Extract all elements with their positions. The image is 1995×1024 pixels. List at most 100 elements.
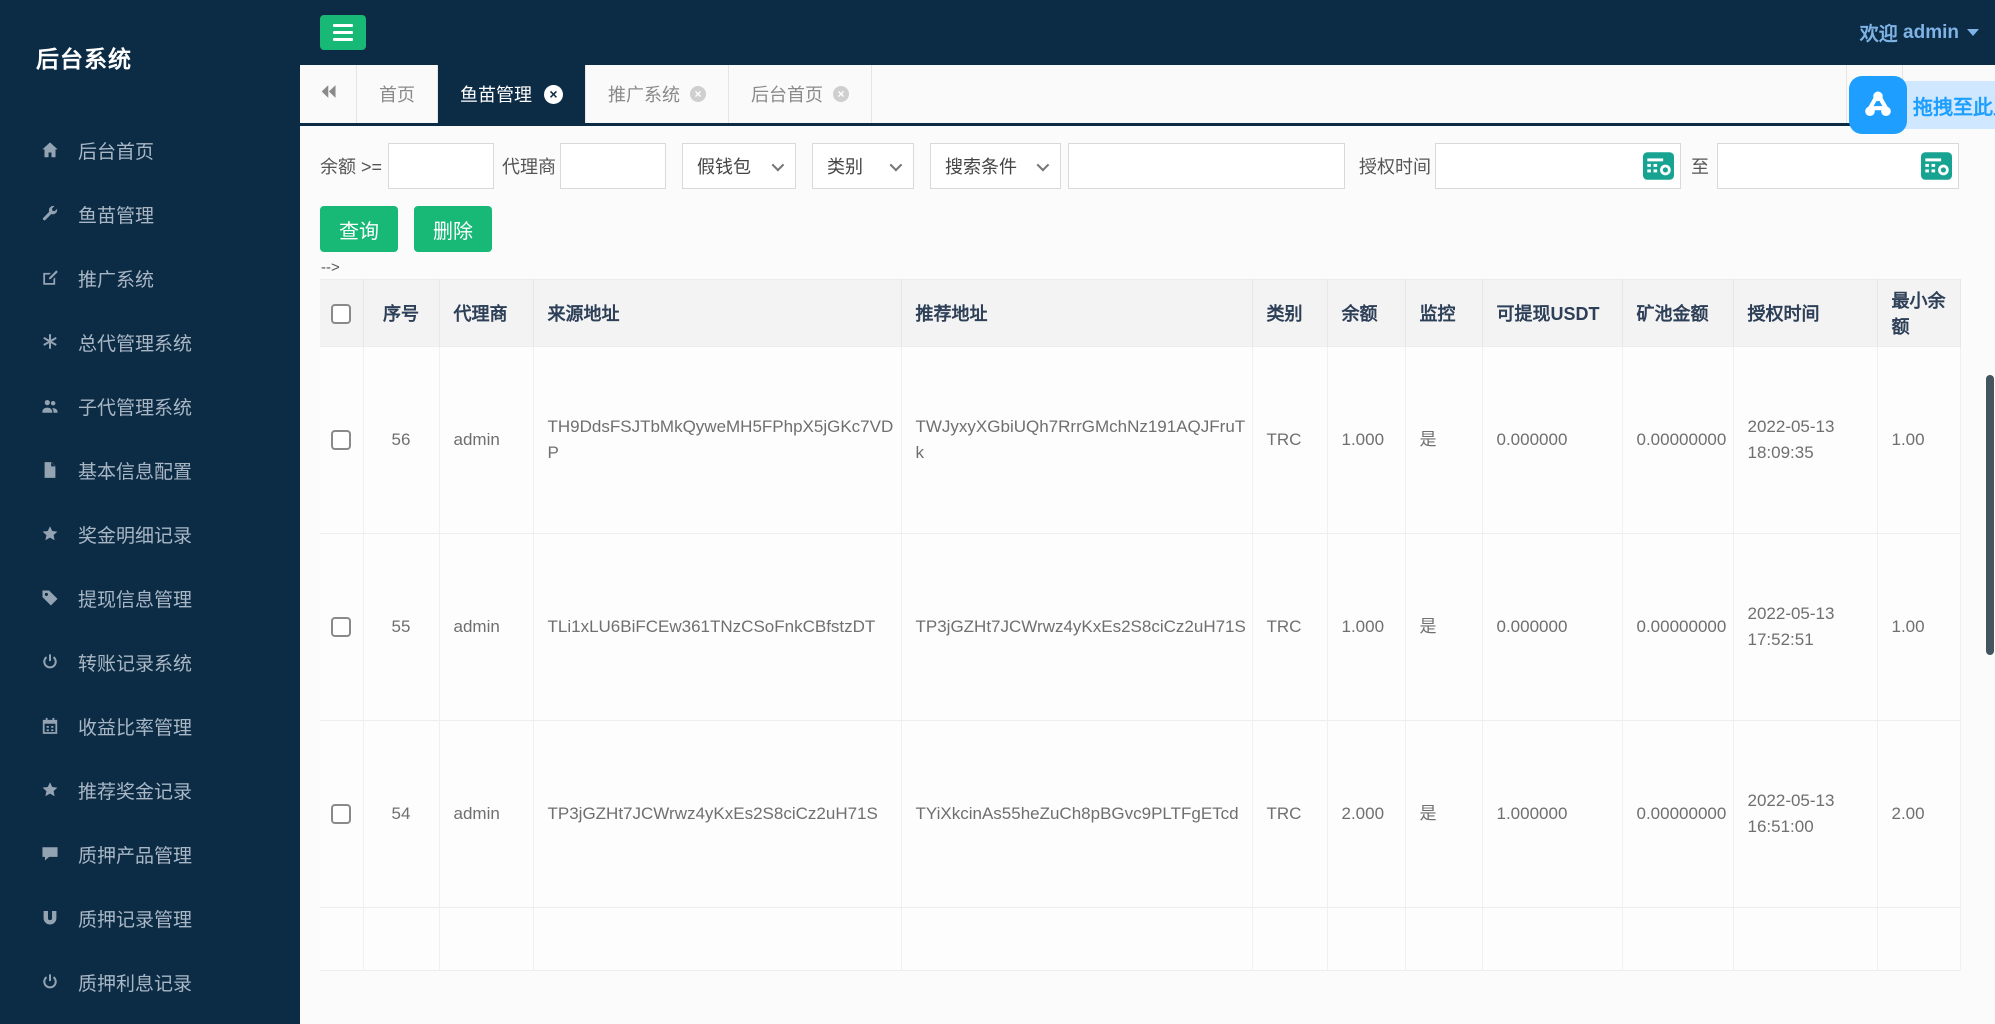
welcome-label: 欢迎 <box>1859 24 1898 45</box>
cell-withdrawable_usdt: 0.000000 <box>1482 533 1623 721</box>
cell-pool_amount: 0.00000000 <box>1622 346 1734 534</box>
cell-min_balance: 1.00 <box>1877 346 1961 534</box>
sidebar-item[interactable]: 收益比率管理 <box>0 694 300 758</box>
sidebar-item[interactable]: 质押记录管理 <box>0 886 300 950</box>
search-condition-select[interactable]: 搜索条件 <box>930 143 1062 189</box>
row-checkbox[interactable] <box>331 617 352 638</box>
cell-seq: 55 <box>363 533 440 721</box>
column-header-auth-time: 授权时间 <box>1733 279 1878 347</box>
tabs-scroll-left-button[interactable] <box>300 65 356 123</box>
app-title: 后台系统 <box>36 46 132 72</box>
sidebar-item-label: 质押记录管理 <box>78 909 193 931</box>
cell-category: TRC <box>1252 533 1328 721</box>
cell-auth_time: 2022-05-13 17:52:51 <box>1733 533 1878 721</box>
tab-backend-home[interactable]: 后台首页 × <box>729 65 872 123</box>
row-checkbox[interactable] <box>331 804 352 825</box>
agent-input[interactable] <box>560 143 667 189</box>
double-left-arrow-icon <box>320 83 337 105</box>
calendar-icon <box>38 717 62 735</box>
row-checkbox[interactable] <box>331 430 352 451</box>
sidebar-item[interactable]: 推广系统 <box>0 246 300 310</box>
cell-agent: admin <box>439 533 534 721</box>
sidebar-item[interactable]: 质押产品管理 <box>0 822 300 886</box>
tab-label: 推广系统 <box>608 85 680 105</box>
cell-withdrawable_usdt: 1.000000 <box>1482 720 1623 908</box>
asterisk-icon <box>38 333 62 351</box>
sidebar: 后台系统 后台首页 鱼苗管理 推广系统 总代管理系统 子代管理系统 基本信息配置… <box>0 0 300 1024</box>
sidebar-item-label: 基本信息配置 <box>78 461 193 483</box>
cell-source: TH9DdsFSJTbMkQyweMH5FPhpX5jGKc7VDP <box>533 346 902 534</box>
cell-min_balance: 1.00 <box>1877 533 1961 721</box>
auth-time-label: 授权时间 <box>1359 157 1432 177</box>
stray-comment-text: --> <box>321 259 340 276</box>
cell-withdrawable_usdt: 0.000000 <box>1482 346 1623 534</box>
auth-time-start-field <box>1435 143 1682 189</box>
cell-monitor: 是 <box>1405 720 1483 908</box>
tab-fish-management[interactable]: 鱼苗管理 × <box>438 65 586 123</box>
action-buttons: 查询 删除 <box>320 206 1995 252</box>
star-icon <box>38 525 62 543</box>
select-value: 搜索条件 <box>945 157 1018 177</box>
sidebar-item-label: 转账记录系统 <box>78 653 193 675</box>
sidebar-item[interactable]: 推荐奖金记录 <box>0 758 300 822</box>
select-all-checkbox[interactable] <box>331 303 352 324</box>
search-keyword-input[interactable] <box>1068 143 1346 189</box>
close-icon[interactable]: × <box>544 84 563 104</box>
sidebar-item[interactable]: 质押利息记录 <box>0 950 300 1014</box>
cell-source: TP3jGZHt7JCWrwz4yKxEs2S8ciCz2uH71S <box>533 720 902 908</box>
sidebar-menu: 后台首页 鱼苗管理 推广系统 总代管理系统 子代管理系统 基本信息配置 奖金明细… <box>0 118 300 1014</box>
column-header-category: 类别 <box>1252 279 1328 347</box>
sidebar-item[interactable]: 总代管理系统 <box>0 310 300 374</box>
close-icon[interactable]: × <box>833 86 849 102</box>
main-content: 余额 >= 代理商 假钱包 类别 搜索条件 授权时间 至 查询 删除 --> 序… <box>300 129 1995 1024</box>
sidebar-item[interactable]: 鱼苗管理 <box>0 182 300 246</box>
user-menu[interactable]: 欢迎 admin <box>1860 0 1979 65</box>
cell-balance: 1.000 <box>1327 533 1406 721</box>
agent-filter-label: 代理商 <box>502 157 557 177</box>
sidebar-item-label: 后台首页 <box>78 141 155 163</box>
calendar-icon[interactable] <box>1643 152 1675 180</box>
sidebar-item[interactable]: 后台首页 <box>0 118 300 182</box>
fake-wallet-select[interactable]: 假钱包 <box>682 143 797 189</box>
sidebar-item[interactable]: 提现信息管理 <box>0 566 300 630</box>
balance-input[interactable] <box>388 143 495 189</box>
delete-button[interactable]: 删除 <box>414 206 492 252</box>
table-row: 55 admin TLi1xLU6BiFCEw361TNzCSoFnkCBfstzD… <box>320 533 1961 721</box>
calendar-icon[interactable] <box>1921 152 1953 180</box>
tag-icon <box>38 589 62 607</box>
tab-home[interactable]: 首页 <box>356 65 438 123</box>
cell-monitor: 是 <box>1405 346 1483 534</box>
sidebar-item-label: 提现信息管理 <box>78 589 193 611</box>
sidebar-item[interactable]: 奖金明细记录 <box>0 502 300 566</box>
sidebar-item[interactable]: 子代管理系统 <box>0 374 300 438</box>
column-header-agent: 代理商 <box>439 279 534 347</box>
page-scrollbar[interactable] <box>1986 375 1994 655</box>
column-header-seq: 序号 <box>363 279 440 347</box>
tab-promotion-system[interactable]: 推广系统 × <box>586 65 729 123</box>
sidebar-item[interactable]: 基本信息配置 <box>0 438 300 502</box>
cell-source: TLi1xLU6BiFCEw361TNzCSoFnkCBfstzDT <box>533 533 902 721</box>
column-header-monitor: 监控 <box>1405 279 1483 347</box>
fish-table: 序号 代理商 来源地址 推荐地址 类别 余额 监控 可提现USDT 矿池金额 授… <box>320 279 1961 971</box>
menu-toggle-button[interactable] <box>320 15 366 50</box>
sidebar-item-label: 质押产品管理 <box>78 845 193 867</box>
tab-bar: 首页 鱼苗管理 × 推广系统 × 后台首页 × 关闭 <box>300 65 1995 126</box>
cell-agent: admin <box>439 720 534 908</box>
chevron-down-icon <box>889 158 903 171</box>
power-icon <box>38 973 62 991</box>
close-icon[interactable]: × <box>690 86 706 102</box>
cell-pool_amount: 0.00000000 <box>1622 720 1734 908</box>
query-button[interactable]: 查询 <box>320 206 398 252</box>
upload-widget[interactable]: 拖拽至此上传 <box>1849 76 1995 134</box>
category-select[interactable]: 类别 <box>812 143 915 189</box>
table-row: 56 admin TH9DdsFSJTbMkQyweMH5FPhpX5jGKc7VD… <box>320 346 1961 534</box>
auth-time-end-field <box>1717 143 1960 189</box>
cell-auth_time: 2022-05-13 16:51:00 <box>1733 720 1878 908</box>
cell-seq: 54 <box>363 720 440 908</box>
to-label: 至 <box>1691 157 1710 177</box>
table-row: 54 admin TP3jGZHt7JCWrwz4yKxEs2S8ciCz2uH71… <box>320 720 1961 908</box>
chevron-down-icon <box>1967 29 1979 36</box>
sidebar-item[interactable]: 转账记录系统 <box>0 630 300 694</box>
table-container: 序号 代理商 来源地址 推荐地址 类别 余额 监控 可提现USDT 矿池金额 授… <box>320 279 1961 971</box>
cell-category: TRC <box>1252 720 1328 908</box>
